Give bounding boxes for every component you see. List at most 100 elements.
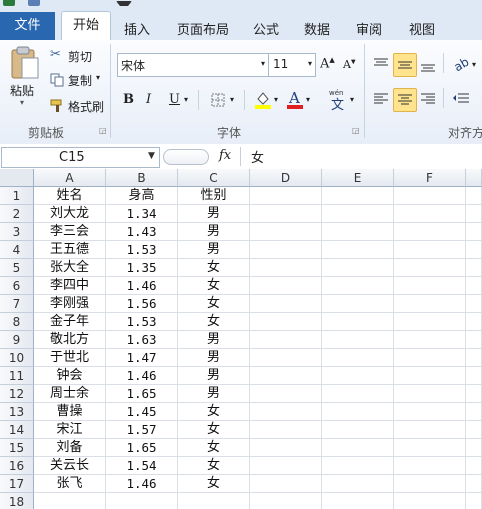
cell[interactable] <box>250 295 322 313</box>
cut-button[interactable]: ✂ 剪切 <box>50 46 100 66</box>
cell[interactable] <box>322 385 394 403</box>
row-header[interactable]: 8 <box>0 313 34 331</box>
font-color-dropdown-icon[interactable]: ▾ <box>306 95 310 104</box>
cell[interactable] <box>394 385 466 403</box>
font-size-dropdown-icon[interactable]: ▾ <box>308 59 312 68</box>
cell[interactable] <box>394 277 466 295</box>
align-bottom-icon[interactable] <box>420 59 436 73</box>
cell[interactable]: 宋江 <box>34 421 106 439</box>
cell[interactable] <box>466 493 482 509</box>
cell[interactable]: 张大全 <box>34 259 106 277</box>
cell[interactable] <box>394 475 466 493</box>
row-header[interactable]: 16 <box>0 457 34 475</box>
cell[interactable] <box>322 187 394 205</box>
row-header[interactable]: 2 <box>0 205 34 223</box>
row-header[interactable]: 18 <box>0 493 34 509</box>
cell[interactable] <box>322 295 394 313</box>
cell[interactable]: 周士余 <box>34 385 106 403</box>
cell[interactable]: 女 <box>178 439 250 457</box>
cell[interactable] <box>250 493 322 509</box>
cell[interactable] <box>394 493 466 509</box>
cell[interactable] <box>106 493 178 509</box>
cell[interactable]: 1.53 <box>106 241 178 259</box>
row-header[interactable]: 7 <box>0 295 34 313</box>
row-header[interactable]: 15 <box>0 439 34 457</box>
cell[interactable]: 刘备 <box>34 439 106 457</box>
cell[interactable] <box>466 277 482 295</box>
borders-dropdown-icon[interactable]: ▾ <box>230 95 234 104</box>
column-header-C[interactable]: C <box>178 169 250 187</box>
tab-home[interactable]: 开始 <box>61 11 111 41</box>
cell[interactable]: 曹操 <box>34 403 106 421</box>
paste-button[interactable]: 粘贴 ▾ <box>6 44 42 108</box>
cell[interactable] <box>466 457 482 475</box>
cell[interactable] <box>250 475 322 493</box>
cell[interactable]: 关云长 <box>34 457 106 475</box>
cell[interactable]: 李三会 <box>34 223 106 241</box>
cell[interactable] <box>322 349 394 367</box>
cell[interactable]: 男 <box>178 331 250 349</box>
cell[interactable] <box>322 241 394 259</box>
cell[interactable] <box>322 403 394 421</box>
cell[interactable] <box>394 241 466 259</box>
tab-insert[interactable]: 插入 <box>124 19 150 38</box>
align-left-icon[interactable] <box>373 92 389 106</box>
copy-button[interactable]: 复制 ▾ <box>50 70 106 90</box>
cell[interactable]: 女 <box>178 313 250 331</box>
cell[interactable]: 1.34 <box>106 205 178 223</box>
cell[interactable]: 1.46 <box>106 475 178 493</box>
row-header[interactable]: 10 <box>0 349 34 367</box>
column-header-F[interactable]: F <box>394 169 466 187</box>
cell[interactable]: 身高 <box>106 187 178 205</box>
cell[interactable]: 1.63 <box>106 331 178 349</box>
cell[interactable]: 刘大龙 <box>34 205 106 223</box>
cell[interactable] <box>322 259 394 277</box>
align-right-icon[interactable] <box>420 92 436 106</box>
cell[interactable] <box>322 205 394 223</box>
cell[interactable] <box>394 367 466 385</box>
cell[interactable] <box>322 331 394 349</box>
column-header-partial[interactable] <box>466 169 482 187</box>
cell[interactable] <box>250 259 322 277</box>
name-box-dropdown-icon[interactable]: ▼ <box>148 151 155 161</box>
cell[interactable] <box>250 439 322 457</box>
clipboard-launcher-icon[interactable]: ◲ <box>99 126 107 135</box>
tab-page-layout[interactable]: 页面布局 <box>177 19 229 38</box>
shrink-font-icon[interactable]: A▼ <box>343 58 356 71</box>
cell[interactable] <box>466 241 482 259</box>
cell[interactable] <box>178 493 250 509</box>
cell[interactable]: 李刚强 <box>34 295 106 313</box>
cell[interactable] <box>466 475 482 493</box>
cell[interactable] <box>250 457 322 475</box>
format-painter-button[interactable]: 格式刷 <box>50 96 108 116</box>
font-name-select[interactable]: 宋体 ▾ <box>117 53 269 77</box>
cell[interactable]: 张飞 <box>34 475 106 493</box>
cell[interactable]: 1.43 <box>106 223 178 241</box>
cell[interactable] <box>394 331 466 349</box>
column-header-A[interactable]: A <box>34 169 106 187</box>
cell[interactable]: 1.45 <box>106 403 178 421</box>
cell[interactable] <box>466 367 482 385</box>
column-header-B[interactable]: B <box>106 169 178 187</box>
fill-color-dropdown-icon[interactable]: ▾ <box>274 95 278 104</box>
fill-color-icon[interactable] <box>254 90 272 110</box>
cell[interactable] <box>250 313 322 331</box>
phonetic-icon[interactable]: wén 文 <box>328 88 350 112</box>
cell[interactable] <box>322 493 394 509</box>
save-icon[interactable] <box>28 0 40 6</box>
grow-font-icon[interactable]: A▲ <box>320 56 335 71</box>
cell[interactable] <box>466 331 482 349</box>
cell[interactable] <box>466 223 482 241</box>
align-middle-button[interactable] <box>393 53 417 77</box>
cell[interactable]: 于世北 <box>34 349 106 367</box>
cell[interactable] <box>466 295 482 313</box>
font-size-select[interactable]: 11 ▾ <box>268 53 316 77</box>
cell[interactable]: 1.46 <box>106 277 178 295</box>
font-launcher-icon[interactable]: ◲ <box>352 126 360 135</box>
cell[interactable]: 女 <box>178 475 250 493</box>
row-header[interactable]: 14 <box>0 421 34 439</box>
borders-icon[interactable] <box>211 93 225 107</box>
cell[interactable] <box>394 349 466 367</box>
column-header-D[interactable]: D <box>250 169 322 187</box>
phonetic-dropdown-icon[interactable]: ▾ <box>350 95 354 104</box>
